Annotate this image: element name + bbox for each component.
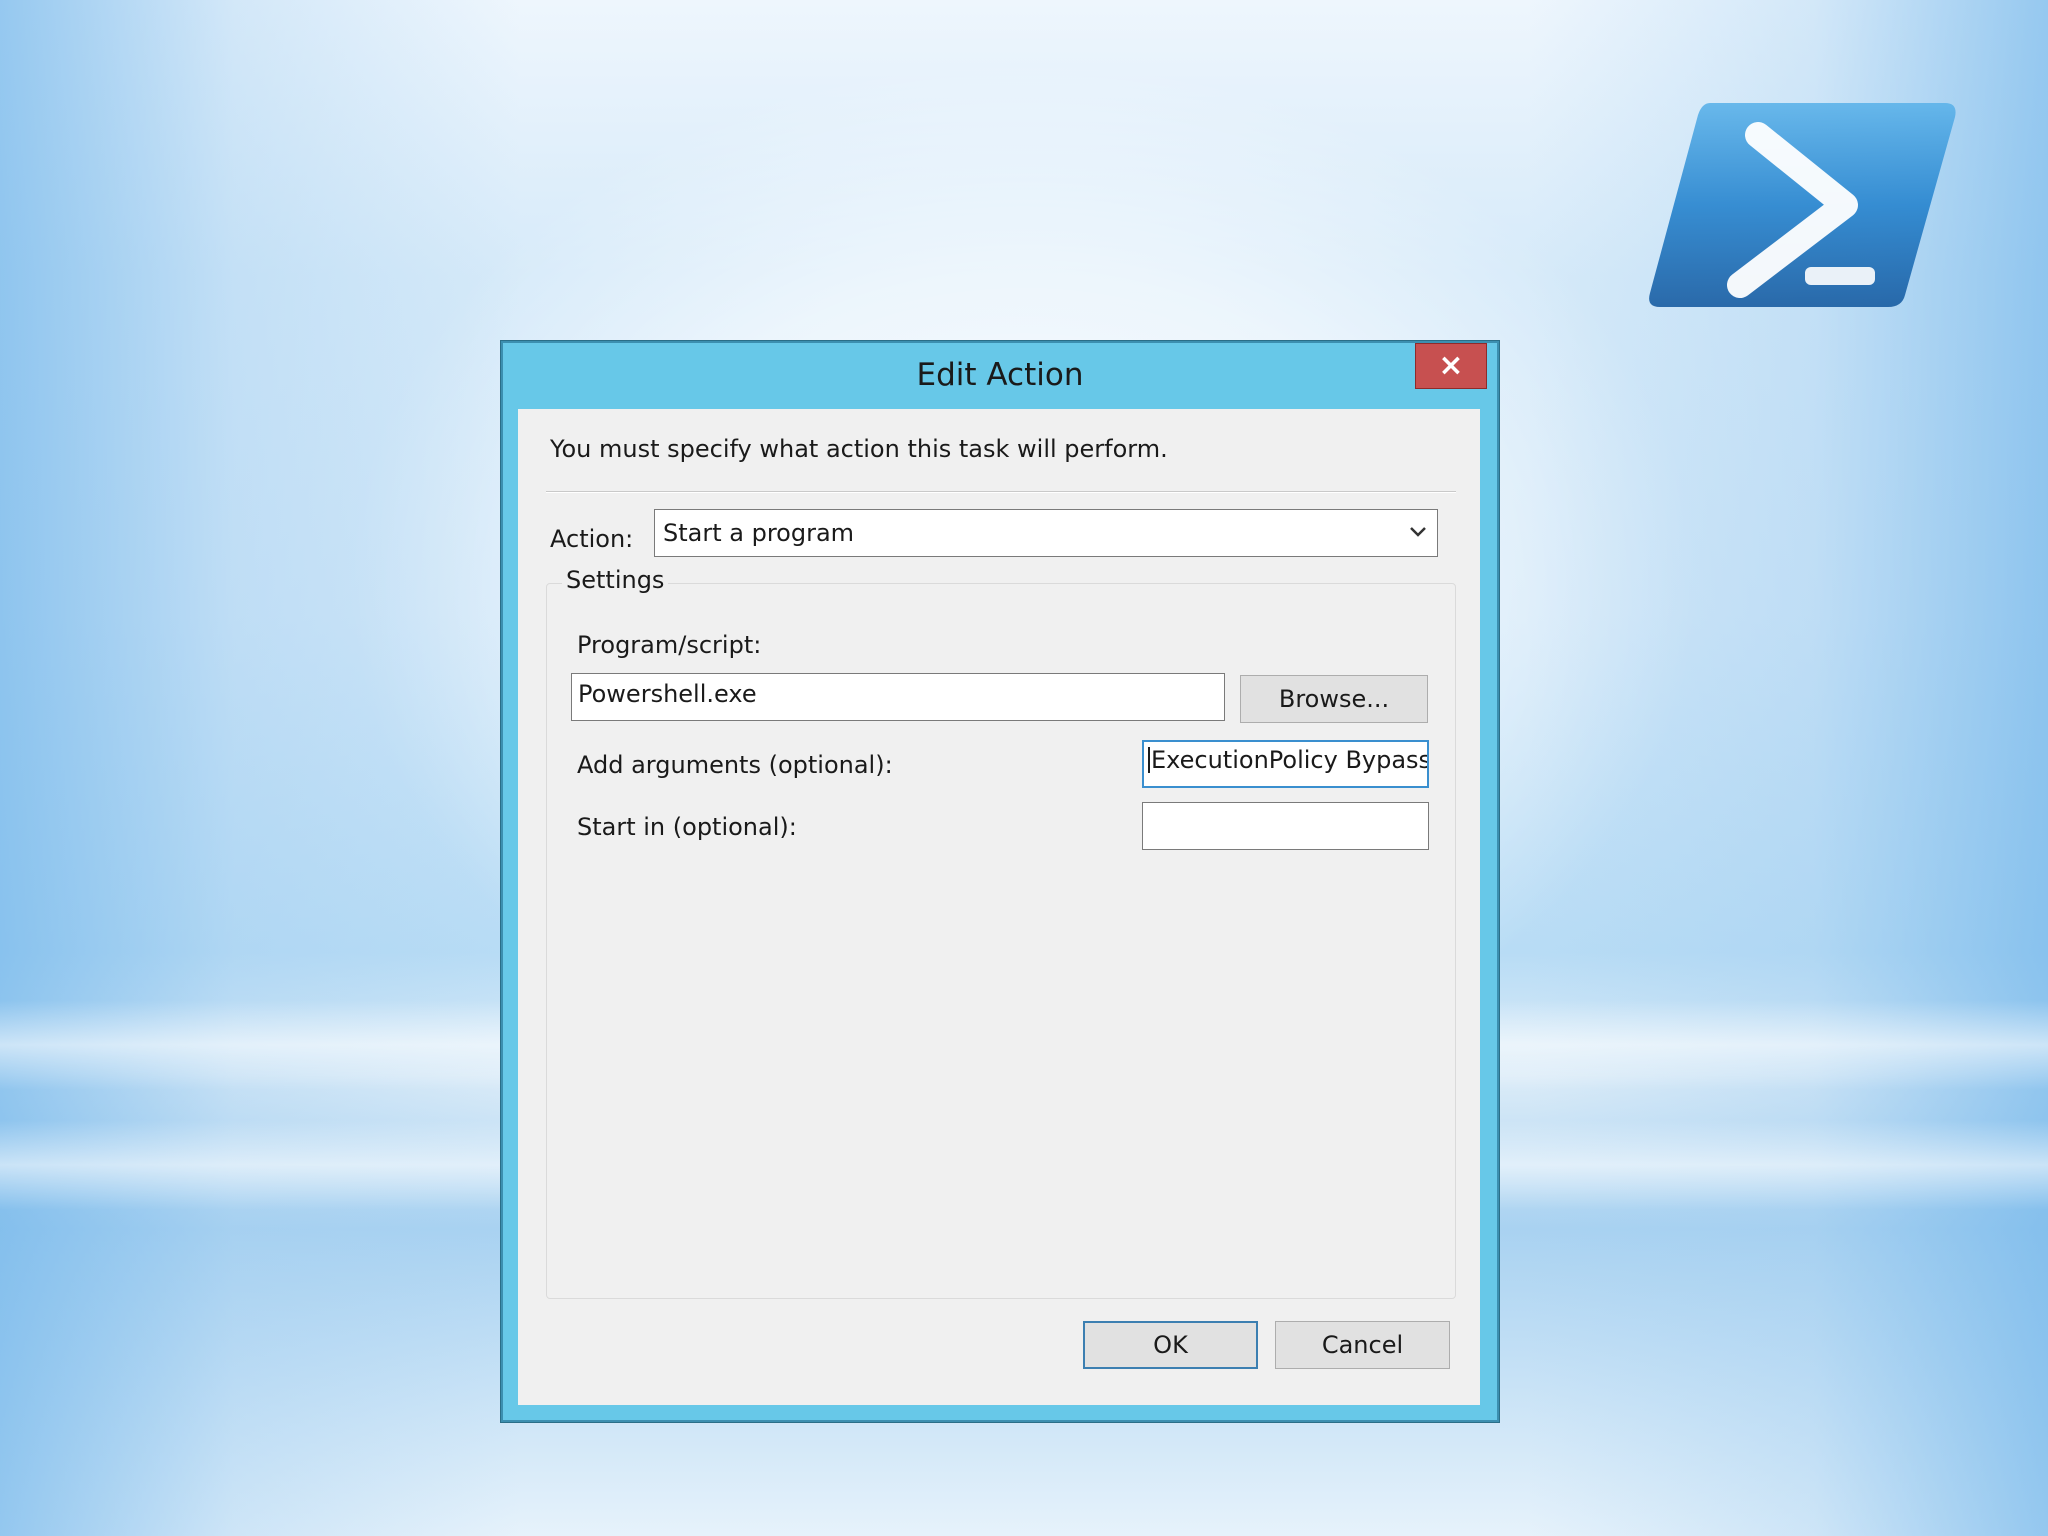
- action-label: Action:: [550, 525, 634, 553]
- chevron-down-icon: [1410, 527, 1426, 537]
- settings-group-label: Settings: [562, 566, 669, 594]
- program-value: Powershell.exe: [578, 680, 757, 708]
- close-button[interactable]: ×: [1415, 343, 1487, 389]
- program-label: Program/script:: [577, 631, 762, 659]
- dialog-client-area: You must specify what action this task w…: [518, 409, 1480, 1405]
- action-dropdown[interactable]: Start a program: [654, 509, 1438, 557]
- arguments-label: Add arguments (optional):: [577, 751, 893, 779]
- start-in-label: Start in (optional):: [577, 813, 797, 841]
- background-left-shade: [0, 0, 520, 1536]
- text-caret: [1148, 747, 1150, 773]
- close-icon: ×: [1438, 348, 1464, 383]
- cancel-button[interactable]: Cancel: [1275, 1321, 1450, 1369]
- dialog-title: Edit Action: [916, 357, 1084, 393]
- powershell-logo: [1649, 103, 1956, 307]
- separator: [546, 491, 1456, 493]
- action-selected-value: Start a program: [663, 519, 855, 547]
- arguments-input[interactable]: ExecutionPolicy Bypass: [1142, 740, 1429, 788]
- ok-button[interactable]: OK: [1083, 1321, 1258, 1369]
- arguments-value: ExecutionPolicy Bypass: [1151, 746, 1429, 774]
- start-in-input[interactable]: [1142, 802, 1429, 850]
- edit-action-dialog: Edit Action × You must specify what acti…: [501, 341, 1499, 1422]
- dialog-titlebar[interactable]: Edit Action ×: [503, 343, 1497, 407]
- program-input[interactable]: Powershell.exe: [571, 673, 1225, 721]
- browse-button[interactable]: Browse...: [1240, 675, 1428, 723]
- intro-text: You must specify what action this task w…: [550, 435, 1168, 463]
